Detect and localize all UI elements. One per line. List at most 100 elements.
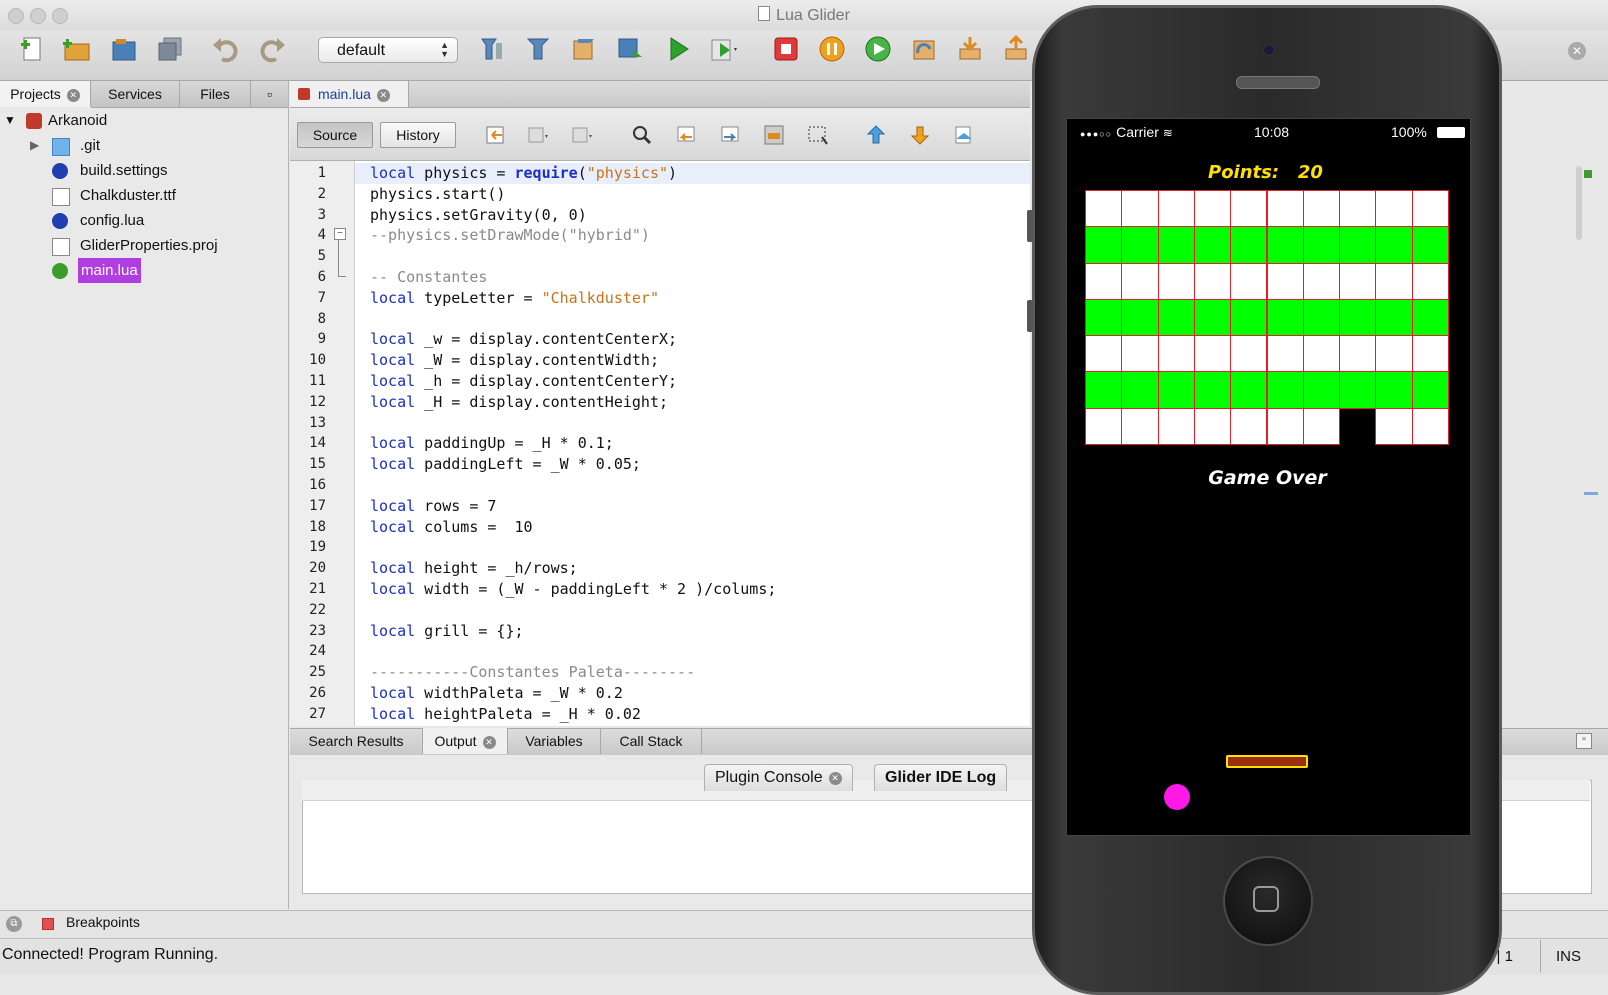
forward-icon[interactable] — [570, 123, 594, 147]
code-editor[interactable]: local physics = require("physics") physic… — [355, 161, 1030, 726]
new-project-icon[interactable] — [60, 33, 92, 65]
last-edit-icon[interactable] — [484, 123, 508, 147]
clean-build-icon[interactable] — [476, 33, 508, 65]
brick — [1157, 407, 1195, 445]
close-tab-icon[interactable]: ✕ — [376, 89, 390, 102]
configuration-select[interactable]: default ▲ ▼ — [318, 37, 458, 63]
line-number: 24 — [309, 643, 326, 660]
panel-minimize-button[interactable]: ▫ — [251, 81, 288, 108]
code-line[interactable]: local _H = display.contentHeight; — [355, 392, 1030, 413]
code-line[interactable]: local _w = display.contentCenterX; — [355, 329, 1030, 350]
previous-bookmark-icon[interactable] — [864, 123, 888, 147]
tab-services[interactable]: Services — [91, 81, 180, 108]
tree-item-build-settings[interactable]: build.settings — [0, 158, 288, 183]
redo-icon[interactable] — [256, 33, 288, 65]
close-tab-icon[interactable]: ✕ — [828, 772, 842, 785]
step-out-icon[interactable] — [1000, 33, 1032, 65]
stop-icon[interactable] — [770, 33, 802, 65]
undo-icon[interactable] — [210, 33, 242, 65]
tab-output[interactable]: Output ✕ — [423, 728, 508, 754]
code-line[interactable]: physics.setGravity(0, 0) — [355, 205, 1030, 226]
find-icon[interactable] — [630, 123, 654, 147]
code-line[interactable] — [355, 475, 1030, 496]
tree-item-chalkduster[interactable]: Chalkduster.ttf — [0, 183, 288, 208]
tree-item-git[interactable]: ▶ .git — [0, 133, 288, 158]
tab-plugin-console[interactable]: Plugin Console ✕ — [704, 764, 853, 791]
breakpoints-label[interactable]: Breakpoints — [66, 914, 140, 930]
new-file-icon[interactable] — [16, 33, 48, 65]
back-icon[interactable] — [526, 123, 550, 147]
debug-icon[interactable] — [614, 33, 646, 65]
code-line[interactable]: --physics.setDrawMode("hybrid") — [355, 225, 1030, 246]
toggle-rectangular-selection-icon[interactable] — [806, 123, 830, 147]
code-line[interactable]: local typeLetter = "Chalkduster" — [355, 288, 1030, 309]
fold-toggle-icon[interactable]: − — [334, 228, 346, 240]
tab-files[interactable]: Files — [180, 81, 251, 108]
editor-ok-marker — [1584, 170, 1592, 178]
brick — [1411, 407, 1449, 445]
find-next-icon[interactable] — [718, 123, 742, 147]
code-line[interactable] — [355, 641, 1030, 662]
panel-minimize-button[interactable]: ▫ — [1576, 733, 1592, 749]
history-view-button[interactable]: History — [380, 122, 456, 148]
source-view-button[interactable]: Source — [297, 122, 373, 148]
tab-call-stack[interactable]: Call Stack — [601, 728, 702, 754]
search-clear-button[interactable]: ✕ — [1568, 42, 1586, 60]
code-line[interactable]: local paddingLeft = _W * 0.05; — [355, 454, 1030, 475]
run-icon[interactable] — [662, 33, 694, 65]
code-line[interactable] — [355, 537, 1030, 558]
code-line[interactable]: local _h = display.contentCenterY; — [355, 371, 1030, 392]
code-line[interactable]: physics.start() — [355, 184, 1030, 205]
restore-window-icon[interactable]: ⧉ — [6, 916, 22, 932]
collapse-arrow-icon[interactable]: ▶ — [30, 133, 39, 158]
line-number: 11 — [309, 373, 326, 389]
tree-item-main-lua[interactable]: main.lua — [0, 258, 288, 283]
code-line[interactable]: local colums = 10 — [355, 517, 1030, 538]
points-label: Points: — [1208, 162, 1280, 183]
close-tab-icon[interactable]: ✕ — [482, 736, 496, 749]
pause-icon[interactable] — [816, 33, 848, 65]
next-bookmark-icon[interactable] — [908, 123, 932, 147]
code-line[interactable]: local grill = {}; — [355, 621, 1030, 642]
code-line[interactable]: local physics = require("physics") — [355, 163, 1030, 184]
tree-project-arkanoid[interactable]: ▼ Arkanoid — [0, 108, 288, 133]
editor-scrollbar[interactable] — [1576, 166, 1582, 240]
tab-glider-ide-log[interactable]: Glider IDE Log — [874, 764, 1008, 791]
run-menu-icon[interactable] — [708, 33, 740, 65]
code-line[interactable] — [355, 413, 1030, 434]
line-number: 12 — [309, 393, 326, 410]
code-line[interactable]: local width = (_W - paddingLeft * 2 )/co… — [355, 579, 1030, 600]
tree-item-glider-properties[interactable]: GliderProperties.proj — [0, 233, 288, 258]
toggle-bookmark-icon[interactable] — [952, 123, 976, 147]
code-line[interactable]: local height = _h/rows; — [355, 558, 1030, 579]
brick — [1266, 298, 1304, 337]
code-line[interactable] — [355, 246, 1030, 267]
code-line[interactable]: -----------Constantes Paleta-------- — [355, 662, 1030, 683]
tab-search-results[interactable]: Search Results — [290, 728, 423, 754]
code-line[interactable] — [355, 309, 1030, 330]
step-over-icon[interactable] — [908, 33, 940, 65]
code-line[interactable]: local _W = display.contentWidth; — [355, 350, 1030, 371]
build-icon[interactable] — [522, 33, 554, 65]
save-all-icon[interactable] — [154, 33, 186, 65]
code-line[interactable]: local paddingUp = _H * 0.1; — [355, 433, 1030, 454]
find-previous-icon[interactable] — [674, 123, 698, 147]
tab-variables[interactable]: Variables — [508, 728, 601, 754]
code-line[interactable] — [355, 600, 1030, 621]
tab-main-lua[interactable]: main.lua ✕ — [290, 81, 409, 107]
paddle[interactable] — [1226, 755, 1308, 768]
run-config-icon[interactable] — [568, 33, 600, 65]
step-into-icon[interactable] — [954, 33, 986, 65]
lua-file-icon — [52, 163, 68, 179]
toggle-highlight-icon[interactable] — [762, 123, 786, 147]
close-tab-icon[interactable]: ✕ — [66, 89, 80, 102]
tree-item-config[interactable]: config.lua — [0, 208, 288, 233]
expand-arrow-icon[interactable]: ▼ — [4, 108, 16, 133]
continue-icon[interactable] — [862, 33, 894, 65]
code-line[interactable]: local rows = 7 — [355, 496, 1030, 517]
code-line[interactable]: -- Constantes — [355, 267, 1030, 288]
code-line[interactable]: local heightPaleta = _H * 0.02 — [355, 704, 1030, 725]
open-project-icon[interactable] — [108, 33, 140, 65]
tab-projects[interactable]: Projects ✕ — [0, 81, 91, 107]
code-line[interactable]: local widthPaleta = _W * 0.2 — [355, 683, 1030, 704]
